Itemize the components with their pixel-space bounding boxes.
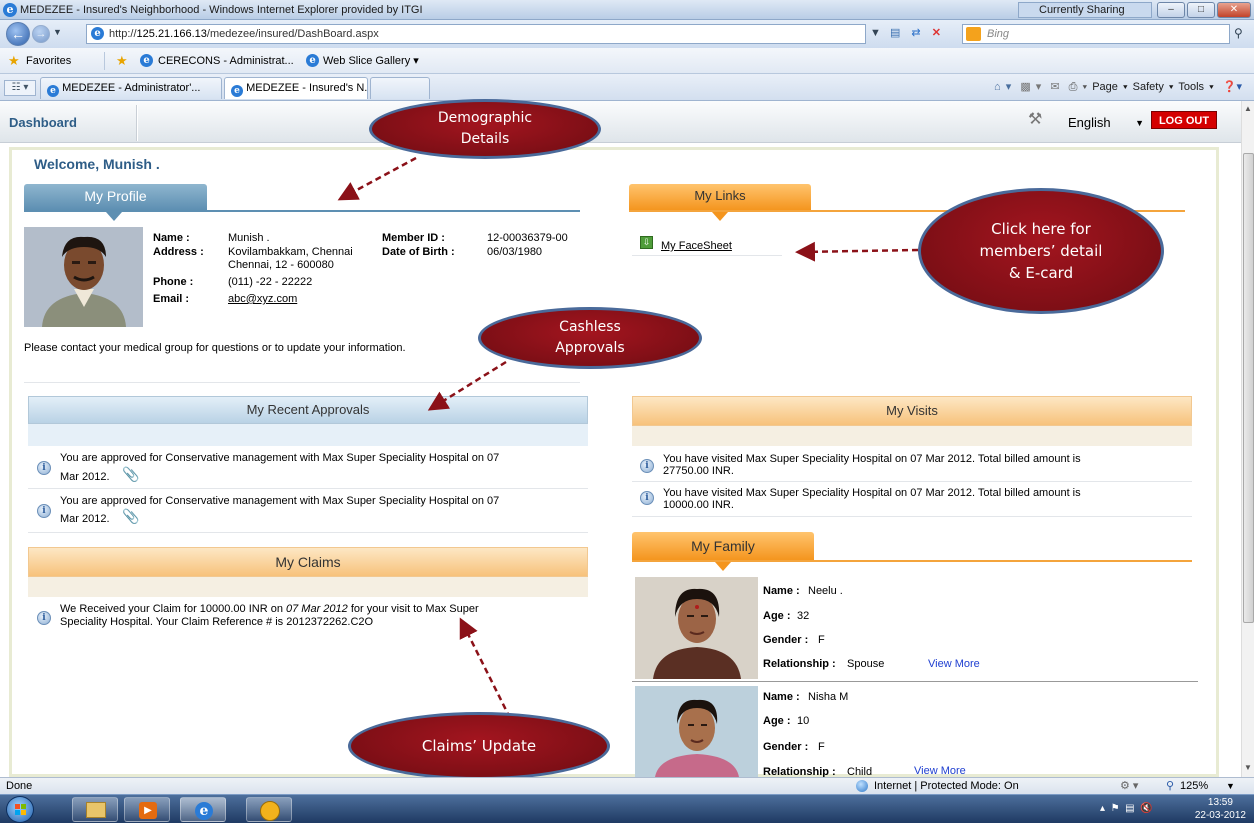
app-taskbar-button[interactable]: [246, 797, 292, 822]
folder-icon: [86, 802, 106, 818]
callout-text: Cashless: [559, 319, 621, 335]
callout-text: Click here for: [991, 220, 1091, 238]
callout-text: members’ detail: [979, 242, 1103, 260]
globe-icon: [856, 780, 868, 792]
callout-text: Approvals: [555, 340, 625, 356]
media-player-taskbar-button[interactable]: ▶: [124, 797, 170, 822]
arrow-demographic: [337, 156, 417, 201]
callout-text: Demographic: [437, 110, 533, 126]
callout-cashless: Cashless Approvals: [478, 307, 702, 369]
explorer-taskbar-button[interactable]: [72, 797, 118, 822]
callout-members: Click here for members’ detail & E-card: [918, 188, 1164, 314]
callout-claims: Claims’ Update: [348, 712, 610, 780]
status-bar: Done Internet | Protected Mode: On ⚙ ▾ ⚲…: [0, 777, 1254, 794]
taskbar: ▶ e ▴ ⚑ ▤ 🔇 13:59 22-03-2012: [0, 794, 1254, 823]
callout-text: & E-card: [1008, 264, 1074, 282]
start-button[interactable]: [6, 796, 34, 823]
system-clock[interactable]: 13:59 22-03-2012: [1195, 796, 1246, 822]
zone-text: Internet | Protected Mode: On: [874, 780, 1019, 792]
status-text: Done: [6, 780, 33, 792]
media-player-icon: ▶: [139, 802, 157, 819]
clock-time: 13:59: [1207, 797, 1233, 808]
clock-date: 22-03-2012: [1194, 810, 1246, 821]
callout-text: Details: [460, 131, 510, 147]
arrow-cashless: [427, 360, 507, 411]
annotation-arrows: [337, 156, 919, 719]
zoom-dropdown-icon[interactable]: ▼: [1226, 778, 1235, 794]
zoom-level[interactable]: 125%: [1180, 778, 1208, 794]
ie-taskbar-button[interactable]: e: [180, 797, 226, 822]
ie-icon: e: [195, 802, 213, 820]
callout-demographic: Demographic Details: [369, 99, 601, 159]
protected-mode-icon[interactable]: ⚙ ▾: [1120, 778, 1138, 794]
volume-muted-icon[interactable]: 🔇: [1140, 803, 1152, 814]
arrow-claims: [459, 617, 512, 719]
tray-icons[interactable]: ▴ ⚑ ▤ 🔇: [1100, 803, 1153, 814]
callout-text: Claims’ Update: [421, 736, 537, 755]
zoom-icon[interactable]: ⚲: [1166, 778, 1174, 794]
windows-logo-icon: [15, 804, 26, 815]
arrow-members: [795, 241, 919, 262]
app-icon: [260, 801, 280, 821]
